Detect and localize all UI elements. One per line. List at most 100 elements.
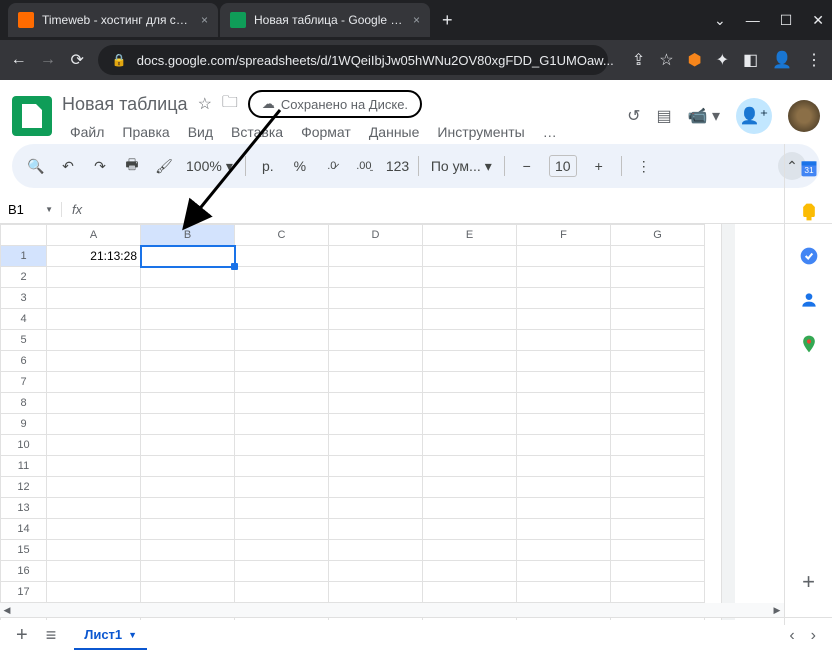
more-icon[interactable]: ⋮ [634,158,654,175]
font-selector[interactable]: По ум... ▾ [431,158,492,175]
cell-G7[interactable] [611,372,705,393]
cell-E16[interactable] [423,561,517,582]
profile-icon[interactable]: 👤 [772,50,792,70]
cell-G8[interactable] [611,393,705,414]
menu-more[interactable]: … [535,122,565,142]
cell-E6[interactable] [423,351,517,372]
row-header-11[interactable]: 11 [1,456,47,477]
add-icon[interactable]: + [802,569,815,595]
cell-B17[interactable] [141,582,235,603]
cell-B10[interactable] [141,435,235,456]
cell-G17[interactable] [611,582,705,603]
cell-D1[interactable] [329,246,423,267]
star-icon[interactable]: ☆ [659,50,673,70]
cell-A6[interactable] [47,351,141,372]
keep-icon[interactable] [799,202,819,222]
cell-A15[interactable] [47,540,141,561]
cell-C6[interactable] [235,351,329,372]
cell-B9[interactable] [141,414,235,435]
cell-C13[interactable] [235,498,329,519]
cell-E4[interactable] [423,309,517,330]
tab-nav-left[interactable]: ‹ [789,627,794,645]
cell-B5[interactable] [141,330,235,351]
paint-format-icon[interactable]: 🖌 [154,158,174,175]
column-header-C[interactable]: C [235,225,329,246]
meet-icon[interactable]: 📹 ▾ [688,106,720,126]
cell-A9[interactable] [47,414,141,435]
row-header-7[interactable]: 7 [1,372,47,393]
font-size-plus[interactable]: + [589,158,609,174]
cell-F4[interactable] [517,309,611,330]
font-size-minus[interactable]: − [517,158,537,174]
history-icon[interactable]: ↺ [627,106,640,126]
cell-A8[interactable] [47,393,141,414]
cell-B1[interactable] [141,246,235,267]
cell-B13[interactable] [141,498,235,519]
cell-D16[interactable] [329,561,423,582]
new-tab-button[interactable]: + [432,10,463,31]
tab-nav-right[interactable]: › [811,627,816,645]
redo-icon[interactable]: ↷ [90,158,110,175]
formula-input[interactable] [92,196,832,223]
menu-view[interactable]: Вид [180,122,221,142]
row-header-4[interactable]: 4 [1,309,47,330]
cell-D4[interactable] [329,309,423,330]
cell-E12[interactable] [423,477,517,498]
sheet-tab-active[interactable]: Лист1▼ [74,621,147,650]
cell-B3[interactable] [141,288,235,309]
cell-A4[interactable] [47,309,141,330]
cell-B14[interactable] [141,519,235,540]
cell-E5[interactable] [423,330,517,351]
row-header-8[interactable]: 8 [1,393,47,414]
menu-format[interactable]: Формат [293,122,359,142]
close-window-icon[interactable]: ✕ [812,12,824,29]
cell-C7[interactable] [235,372,329,393]
reader-icon[interactable]: ◧ [743,50,758,70]
calendar-icon[interactable]: 31 [799,158,819,178]
row-header-10[interactable]: 10 [1,435,47,456]
move-icon[interactable]: 🗀 [222,91,238,118]
cell-B8[interactable] [141,393,235,414]
number-format-icon[interactable]: 123 [386,158,406,174]
row-header-6[interactable]: 6 [1,351,47,372]
scroll-right-icon[interactable]: ▶ [770,605,784,616]
cell-A17[interactable] [47,582,141,603]
cell-G6[interactable] [611,351,705,372]
minimize-icon[interactable]: — [746,12,760,29]
cell-A10[interactable] [47,435,141,456]
menu-data[interactable]: Данные [361,122,428,142]
cell-D8[interactable] [329,393,423,414]
reload-icon[interactable]: ⟳ [69,50,86,70]
row-header-14[interactable]: 14 [1,519,47,540]
cell-F11[interactable] [517,456,611,477]
print-icon[interactable]: 🖶 [122,154,142,178]
cell-D15[interactable] [329,540,423,561]
row-header-13[interactable]: 13 [1,498,47,519]
decrease-decimal-icon[interactable]: .0̷ [322,160,342,172]
font-size-input[interactable]: 10 [549,155,577,177]
row-header-12[interactable]: 12 [1,477,47,498]
cell-G16[interactable] [611,561,705,582]
cell-E15[interactable] [423,540,517,561]
back-icon[interactable]: ← [10,51,27,69]
close-icon[interactable]: × [413,13,420,27]
vertical-scrollbar[interactable] [721,224,735,620]
cell-D10[interactable] [329,435,423,456]
cell-F5[interactable] [517,330,611,351]
cell-G15[interactable] [611,540,705,561]
cell-C15[interactable] [235,540,329,561]
increase-decimal-icon[interactable]: .00̱ [354,160,374,172]
cell-C10[interactable] [235,435,329,456]
cell-A3[interactable] [47,288,141,309]
cell-B11[interactable] [141,456,235,477]
search-icon[interactable]: 🔍 [26,158,46,175]
name-box[interactable]: B1▼ [0,202,62,217]
cell-F12[interactable] [517,477,611,498]
menu-insert[interactable]: Вставка [223,122,291,142]
cell-E1[interactable] [423,246,517,267]
cell-B2[interactable] [141,267,235,288]
cell-D6[interactable] [329,351,423,372]
cell-D13[interactable] [329,498,423,519]
cell-E2[interactable] [423,267,517,288]
add-sheet-button[interactable]: + [16,624,28,647]
